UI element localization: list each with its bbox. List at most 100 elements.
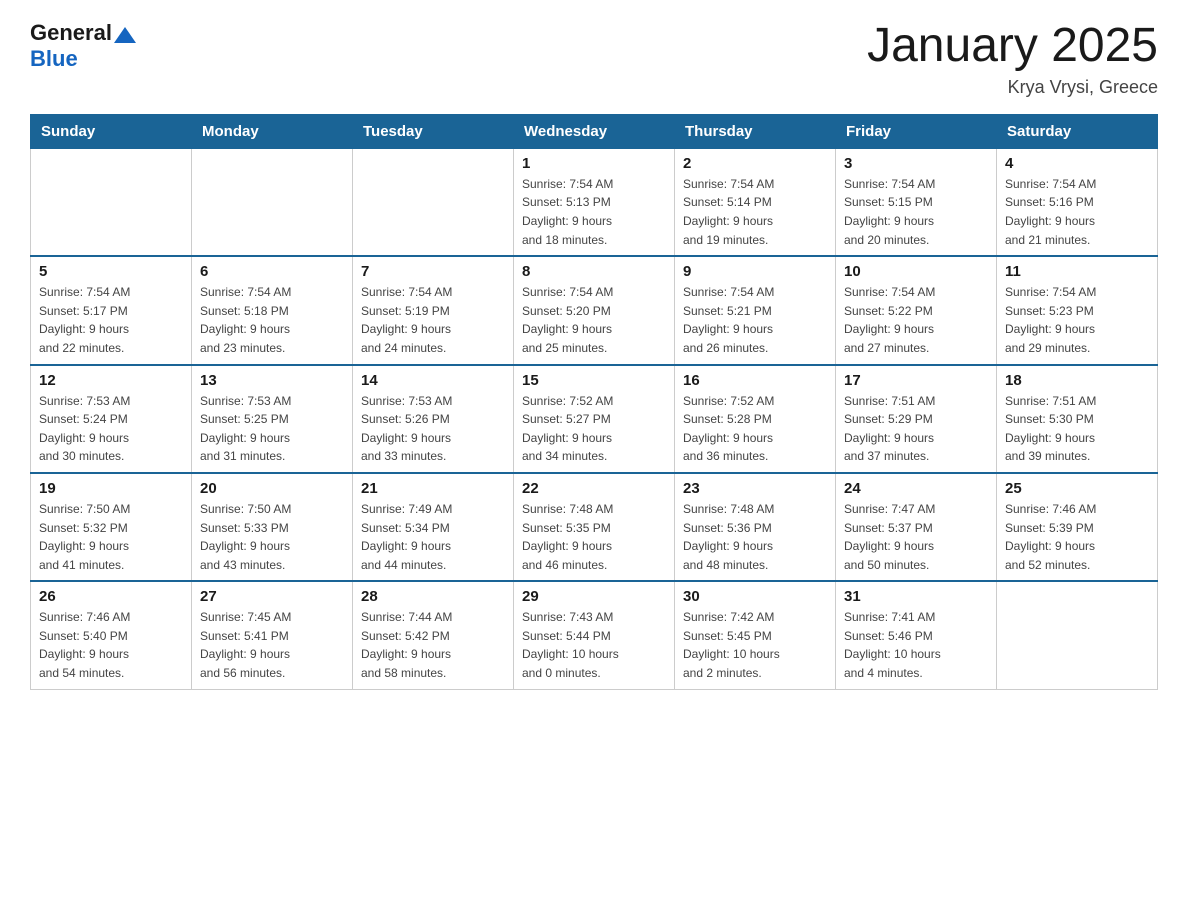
day-number: 20 [200, 480, 344, 497]
day-info: Sunrise: 7:46 AM Sunset: 5:39 PM Dayligh… [1005, 500, 1149, 574]
day-number: 10 [844, 263, 988, 280]
calendar-day-cell: 25 Sunrise: 7:46 AM Sunset: 5:39 PM Dayli… [997, 473, 1158, 581]
day-number: 13 [200, 372, 344, 389]
logo-triangle-icon [114, 23, 136, 45]
calendar-day-cell: 2 Sunrise: 7:54 AM Sunset: 5:14 PM Daylig… [675, 148, 836, 256]
calendar-day-cell: 8Sunrise: 7:54 AM Sunset: 5:20 PM Daylig… [514, 256, 675, 364]
logo: General Blue [30, 20, 136, 72]
day-info: Sunrise: 7:45 AM Sunset: 5:41 PM Dayligh… [200, 608, 344, 682]
day-info: Sunrise: 7:42 AM Sunset: 5:45 PM Dayligh… [683, 608, 827, 682]
day-info: Sunrise: 7:53 AM Sunset: 5:24 PM Dayligh… [39, 392, 183, 466]
calendar-day-cell: 12 Sunrise: 7:53 AM Sunset: 5:24 PM Dayli… [31, 365, 192, 473]
calendar-day-cell: 7 Sunrise: 7:54 AM Sunset: 5:19 PM Daylig… [353, 256, 514, 364]
day-number: 24 [844, 480, 988, 497]
day-info: Sunrise: 7:46 AM Sunset: 5:40 PM Dayligh… [39, 608, 183, 682]
day-info: Sunrise: 7:41 AM Sunset: 5:46 PM Dayligh… [844, 608, 988, 682]
calendar-day-cell: 16 Sunrise: 7:52 AM Sunset: 5:28 PM Dayli… [675, 365, 836, 473]
day-info: Sunrise: 7:50 AM Sunset: 5:33 PM Dayligh… [200, 500, 344, 574]
calendar-day-cell: 13 Sunrise: 7:53 AM Sunset: 5:25 PM Dayli… [192, 365, 353, 473]
day-info: Sunrise: 7:54 AM Sunset: 5:23 PM Dayligh… [1005, 283, 1149, 357]
calendar-day-cell: 6 Sunrise: 7:54 AM Sunset: 5:18 PM Daylig… [192, 256, 353, 364]
calendar-header-row: SundayMondayTuesdayWednesdayThursdayFrid… [31, 114, 1158, 148]
calendar-day-cell: 5 Sunrise: 7:54 AM Sunset: 5:17 PM Daylig… [31, 256, 192, 364]
day-number: 17 [844, 372, 988, 389]
day-number: 27 [200, 588, 344, 605]
day-info: Sunrise: 7:54 AM Sunset: 5:14 PM Dayligh… [683, 175, 827, 249]
calendar-week-row: 19 Sunrise: 7:50 AM Sunset: 5:32 PM Dayli… [31, 473, 1158, 581]
calendar-day-cell: 3Sunrise: 7:54 AM Sunset: 5:15 PM Daylig… [836, 148, 997, 256]
day-number: 7 [361, 263, 505, 280]
day-info: Sunrise: 7:54 AM Sunset: 5:18 PM Dayligh… [200, 283, 344, 357]
calendar-day-cell [192, 148, 353, 256]
day-info: Sunrise: 7:53 AM Sunset: 5:25 PM Dayligh… [200, 392, 344, 466]
day-info: Sunrise: 7:52 AM Sunset: 5:27 PM Dayligh… [522, 392, 666, 466]
day-info: Sunrise: 7:54 AM Sunset: 5:16 PM Dayligh… [1005, 175, 1149, 249]
day-info: Sunrise: 7:43 AM Sunset: 5:44 PM Dayligh… [522, 608, 666, 682]
day-info: Sunrise: 7:51 AM Sunset: 5:30 PM Dayligh… [1005, 392, 1149, 466]
day-number: 14 [361, 372, 505, 389]
day-number: 28 [361, 588, 505, 605]
day-number: 11 [1005, 263, 1149, 280]
day-number: 6 [200, 263, 344, 280]
calendar-day-cell: 28 Sunrise: 7:44 AM Sunset: 5:42 PM Dayli… [353, 581, 514, 689]
calendar-day-cell: 26Sunrise: 7:46 AM Sunset: 5:40 PM Dayli… [31, 581, 192, 689]
day-number: 4 [1005, 155, 1149, 172]
calendar-title: January 2025 [867, 20, 1158, 73]
day-info: Sunrise: 7:50 AM Sunset: 5:32 PM Dayligh… [39, 500, 183, 574]
day-info: Sunrise: 7:54 AM Sunset: 5:15 PM Dayligh… [844, 175, 988, 249]
calendar-day-header: Friday [836, 114, 997, 148]
day-info: Sunrise: 7:53 AM Sunset: 5:26 PM Dayligh… [361, 392, 505, 466]
calendar-day-cell: 9 Sunrise: 7:54 AM Sunset: 5:21 PM Daylig… [675, 256, 836, 364]
calendar-day-cell: 4 Sunrise: 7:54 AM Sunset: 5:16 PM Daylig… [997, 148, 1158, 256]
calendar-day-cell: 18 Sunrise: 7:51 AM Sunset: 5:30 PM Dayli… [997, 365, 1158, 473]
day-number: 1 [522, 155, 666, 172]
day-number: 8 [522, 263, 666, 280]
day-info: Sunrise: 7:48 AM Sunset: 5:36 PM Dayligh… [683, 500, 827, 574]
logo-general: General [30, 20, 112, 46]
calendar-day-header: Saturday [997, 114, 1158, 148]
day-number: 25 [1005, 480, 1149, 497]
calendar-table: SundayMondayTuesdayWednesdayThursdayFrid… [30, 114, 1158, 690]
page-header: General Blue January 2025 Krya Vrysi, Gr… [30, 20, 1158, 98]
calendar-day-header: Sunday [31, 114, 192, 148]
day-info: Sunrise: 7:54 AM Sunset: 5:21 PM Dayligh… [683, 283, 827, 357]
calendar-day-cell: 14 Sunrise: 7:53 AM Sunset: 5:26 PM Dayli… [353, 365, 514, 473]
calendar-day-cell: 20 Sunrise: 7:50 AM Sunset: 5:33 PM Dayli… [192, 473, 353, 581]
day-number: 16 [683, 372, 827, 389]
day-number: 22 [522, 480, 666, 497]
day-number: 15 [522, 372, 666, 389]
day-info: Sunrise: 7:54 AM Sunset: 5:17 PM Dayligh… [39, 283, 183, 357]
day-info: Sunrise: 7:51 AM Sunset: 5:29 PM Dayligh… [844, 392, 988, 466]
calendar-day-header: Tuesday [353, 114, 514, 148]
day-info: Sunrise: 7:52 AM Sunset: 5:28 PM Dayligh… [683, 392, 827, 466]
calendar-day-cell: 27 Sunrise: 7:45 AM Sunset: 5:41 PM Dayli… [192, 581, 353, 689]
calendar-subtitle: Krya Vrysi, Greece [867, 77, 1158, 98]
day-info: Sunrise: 7:54 AM Sunset: 5:13 PM Dayligh… [522, 175, 666, 249]
calendar-day-header: Thursday [675, 114, 836, 148]
calendar-day-cell: 15 Sunrise: 7:52 AM Sunset: 5:27 PM Dayli… [514, 365, 675, 473]
day-info: Sunrise: 7:44 AM Sunset: 5:42 PM Dayligh… [361, 608, 505, 682]
calendar-day-cell: 10 Sunrise: 7:54 AM Sunset: 5:22 PM Dayli… [836, 256, 997, 364]
calendar-week-row: 1 Sunrise: 7:54 AM Sunset: 5:13 PM Daylig… [31, 148, 1158, 256]
day-number: 29 [522, 588, 666, 605]
calendar-day-header: Monday [192, 114, 353, 148]
calendar-day-header: Wednesday [514, 114, 675, 148]
day-number: 31 [844, 588, 988, 605]
calendar-day-cell: 1 Sunrise: 7:54 AM Sunset: 5:13 PM Daylig… [514, 148, 675, 256]
day-number: 12 [39, 372, 183, 389]
day-number: 2 [683, 155, 827, 172]
calendar-day-cell: 29 Sunrise: 7:43 AM Sunset: 5:44 PM Dayli… [514, 581, 675, 689]
calendar-day-cell: 21Sunrise: 7:49 AM Sunset: 5:34 PM Dayli… [353, 473, 514, 581]
day-info: Sunrise: 7:47 AM Sunset: 5:37 PM Dayligh… [844, 500, 988, 574]
calendar-day-cell: 11 Sunrise: 7:54 AM Sunset: 5:23 PM Dayli… [997, 256, 1158, 364]
calendar-day-cell: 31 Sunrise: 7:41 AM Sunset: 5:46 PM Dayli… [836, 581, 997, 689]
day-number: 18 [1005, 372, 1149, 389]
day-number: 21 [361, 480, 505, 497]
day-info: Sunrise: 7:54 AM Sunset: 5:22 PM Dayligh… [844, 283, 988, 357]
day-number: 5 [39, 263, 183, 280]
day-number: 9 [683, 263, 827, 280]
day-number: 19 [39, 480, 183, 497]
day-info: Sunrise: 7:54 AM Sunset: 5:19 PM Dayligh… [361, 283, 505, 357]
calendar-day-cell: 24 Sunrise: 7:47 AM Sunset: 5:37 PM Dayli… [836, 473, 997, 581]
calendar-day-cell [997, 581, 1158, 689]
